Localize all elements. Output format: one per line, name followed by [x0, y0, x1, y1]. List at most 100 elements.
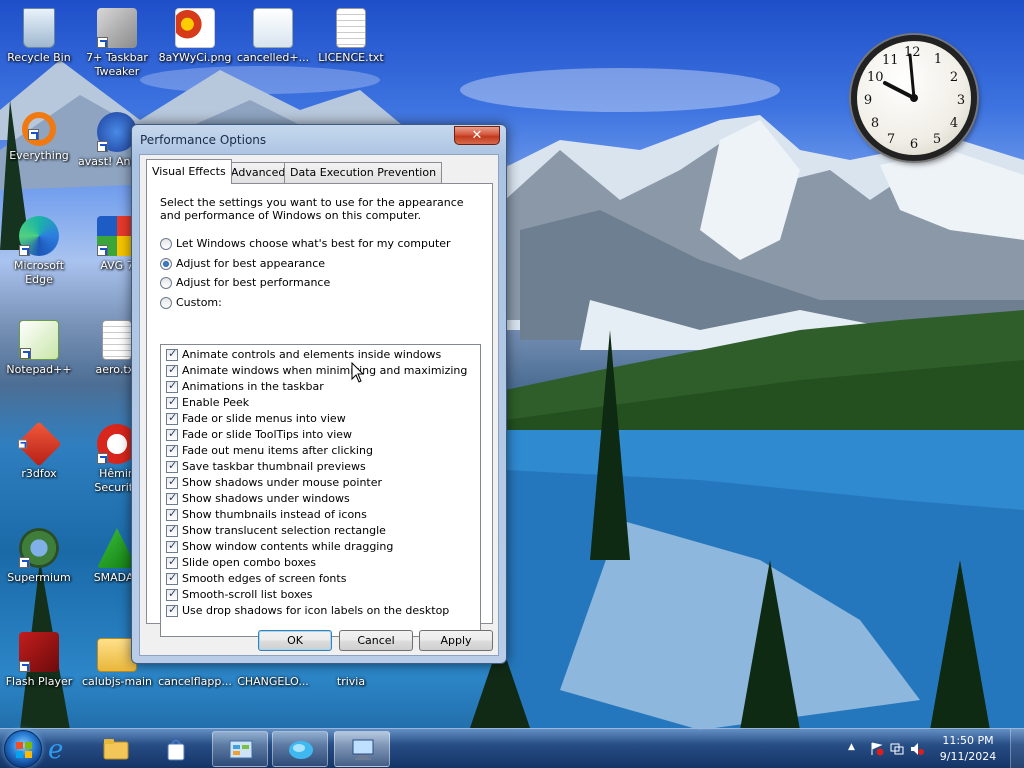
flash-player-icon	[19, 632, 59, 672]
tab-label: Visual Effects	[152, 165, 226, 178]
taskbar-file-explorer[interactable]	[88, 731, 144, 767]
checkbox[interactable]	[166, 411, 178, 425]
r3dfox-icon	[16, 421, 62, 467]
checkbox[interactable]	[166, 379, 178, 393]
checkbox[interactable]	[166, 491, 178, 505]
checkbox[interactable]	[166, 363, 178, 377]
checkbox[interactable]	[166, 507, 178, 521]
checkbox[interactable]	[166, 571, 178, 585]
visual-effects-list[interactable]: Animate controls and elements inside win…	[160, 344, 481, 637]
radio-label: Let Windows choose what's best for my co…	[176, 237, 451, 250]
everything-search-icon	[22, 112, 56, 146]
taskbar: e ▲ 11:50 PM 9/11/2024	[0, 728, 1024, 768]
checkbox[interactable]	[166, 523, 178, 537]
checkbox-label: Animate controls and elements inside win…	[182, 348, 442, 361]
clock-hands	[883, 53, 918, 102]
desktop-icon-label: cancelled+...	[236, 51, 310, 64]
desktop-icon-label: Flash Player	[5, 675, 73, 688]
radio-button[interactable]	[160, 277, 172, 289]
cancel-button[interactable]: Cancel	[339, 630, 413, 651]
desktop-icon-recycle-bin[interactable]: Recycle Bin	[0, 8, 78, 65]
checkbox[interactable]	[166, 587, 178, 601]
desktop-icon-label: 8aYWyCi.png	[158, 51, 232, 64]
supermium-icon	[19, 528, 59, 568]
recycle-bin-icon	[23, 8, 55, 48]
desktop-icon-label: 7+ Taskbar Tweaker	[86, 51, 148, 78]
control-panel-icon	[229, 740, 253, 759]
tab-visual-effects[interactable]: Visual Effects	[146, 159, 232, 184]
checkbox-label: Show window contents while dragging	[182, 540, 394, 553]
checkbox-label: Fade or slide menus into view	[182, 412, 346, 425]
taskbar-tweaker-icon	[97, 8, 137, 48]
cancelled-file-icon	[253, 8, 293, 48]
desktop-icon-everything[interactable]: Everything	[0, 112, 78, 163]
tray-clock-time[interactable]: 11:50 PM	[938, 734, 998, 747]
radio-button[interactable]	[160, 297, 172, 309]
checkbox[interactable]	[166, 475, 178, 489]
mouse-cursor-icon	[351, 362, 365, 383]
clock-gadget[interactable]: 12 1 2 3 4 5 6 7 8 9 10 11	[851, 35, 977, 161]
desktop-icon-taskbar-tweaker[interactable]: 7+ Taskbar Tweaker	[78, 8, 156, 79]
desktop-icon-licence[interactable]: LICENCE.txt	[312, 8, 390, 65]
checkbox[interactable]	[166, 427, 178, 441]
desktop-icon-notepadpp[interactable]: Notepad++	[0, 320, 78, 377]
checkbox-label: Use drop shadows for icon labels on the …	[182, 604, 450, 617]
desktop-icon-label: Recycle Bin	[7, 51, 71, 64]
taskbar-paint[interactable]	[272, 731, 328, 767]
action-center-flag-icon[interactable]	[870, 742, 884, 756]
checkbox[interactable]	[166, 459, 178, 473]
radio-button[interactable]	[160, 238, 172, 250]
tab-data-execution-prevention[interactable]: Data Execution Prevention	[284, 162, 443, 183]
show-hidden-icons-button[interactable]: ▲	[848, 742, 862, 756]
tray-clock-date[interactable]: 9/11/2024	[938, 750, 998, 763]
checkbox-label: Show translucent selection rectangle	[182, 524, 386, 537]
radio-button[interactable]	[160, 258, 172, 270]
checkbox[interactable]	[166, 395, 178, 409]
checkbox[interactable]	[166, 347, 178, 361]
desktop-icon-label: Microsoft Edge	[13, 259, 65, 286]
show-desktop-button[interactable]	[1010, 729, 1024, 768]
performance-options-window[interactable]: Performance Options ✕ Visual Effects Adv…	[131, 124, 507, 664]
radio-label: Custom:	[176, 296, 222, 309]
checkbox-label: Enable Peek	[182, 396, 250, 409]
checkbox-label: Smooth-scroll list boxes	[182, 588, 313, 601]
desktop-icon-supermium[interactable]: Supermium	[0, 528, 78, 585]
taskbar-control-panel[interactable]	[212, 731, 268, 767]
volume-muted-icon[interactable]	[910, 742, 924, 756]
taskbar-store[interactable]	[148, 731, 204, 767]
checkbox-label: Animate windows when minimizing and maxi…	[182, 364, 468, 377]
checkbox[interactable]	[166, 443, 178, 457]
taskbar-internet-explorer[interactable]: e	[30, 731, 86, 767]
checkbox-label: Smooth edges of screen fonts	[182, 572, 347, 585]
checkbox-label: Animations in the taskbar	[182, 380, 324, 393]
description-text: Select the settings you want to use for …	[160, 196, 464, 222]
radio-label: Adjust for best performance	[176, 276, 331, 289]
desktop-icon-label: Notepad++	[6, 363, 72, 376]
internet-explorer-icon: e	[48, 736, 63, 762]
close-button[interactable]: ✕	[454, 126, 500, 145]
desktop-icon-flash[interactable]: Flash Player	[0, 632, 78, 689]
window-client-area: Visual Effects Advanced Data Execution P…	[139, 154, 499, 656]
checkbox[interactable]	[166, 555, 178, 569]
desktop-icon-r3dfox[interactable]: r3dfox	[0, 421, 78, 481]
desktop-icon-label: LICENCE.txt	[318, 51, 384, 64]
window-title: Performance Options	[140, 133, 267, 147]
text-file-icon	[336, 8, 366, 48]
tab-label: Advanced	[231, 166, 286, 179]
checkbox[interactable]	[166, 539, 178, 553]
ok-button[interactable]: OK	[258, 630, 332, 651]
taskbar-system-properties[interactable]	[334, 731, 390, 767]
checkbox[interactable]	[166, 603, 178, 617]
desktop-icon-cancelled[interactable]: cancelled+...	[234, 8, 312, 65]
text-file-icon	[102, 320, 132, 360]
desktop-icon-edge[interactable]: Microsoft Edge	[0, 216, 78, 287]
network-icon[interactable]	[890, 742, 904, 756]
desktop-icon-label: r3dfox	[21, 467, 57, 480]
title-bar[interactable]: Performance Options ✕	[132, 125, 506, 153]
tab-advanced[interactable]: Advanced	[225, 162, 292, 183]
desktop-icon-label: cancelflapp...	[158, 675, 232, 688]
desktop-icon-png[interactable]: 8aYWyCi.png	[156, 8, 234, 65]
paint-splash-icon	[289, 741, 313, 759]
close-icon: ✕	[471, 128, 483, 143]
apply-button[interactable]: Apply	[419, 630, 493, 651]
